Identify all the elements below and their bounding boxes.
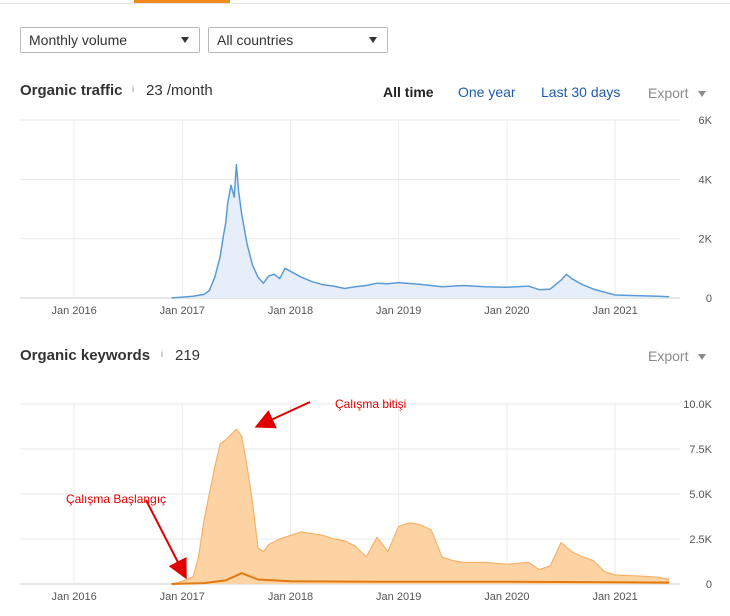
info-icon[interactable]: i <box>161 349 163 359</box>
start-arrow <box>145 499 187 580</box>
y-tick-label: 0 <box>706 579 712 591</box>
y-tick-label: 7.5K <box>689 444 712 456</box>
country-select[interactable]: All countries <box>208 27 388 53</box>
y-tick-label: 5.0K <box>689 489 712 501</box>
volume-select[interactable]: Monthly volume <box>20 27 200 53</box>
x-tick-label: Jan 2017 <box>160 305 205 317</box>
y-tick-label: 4K <box>699 174 713 186</box>
traffic-export-button[interactable]: Export <box>648 85 707 101</box>
y-tick-label: 0 <box>706 293 712 305</box>
volume-select-value: Monthly volume <box>29 32 128 48</box>
organic-traffic-chart: 0 2K 4K 6K Jan 2016 Jan 2017 Jan 2018 Jan 2019 J… <box>20 115 713 317</box>
keywords-export-button[interactable]: Export <box>648 348 707 364</box>
x-tick-label: Jan 2016 <box>51 305 96 317</box>
range-all-time[interactable]: All time <box>383 84 434 100</box>
x-tick-label: Jan 2017 <box>160 591 205 603</box>
x-tick-label: Jan 2021 <box>592 305 637 317</box>
traffic-title: Organic traffic <box>20 82 123 99</box>
active-tab-indicator <box>134 0 230 3</box>
x-tick-label: Jan 2018 <box>268 591 313 603</box>
series-area-0 <box>171 429 670 584</box>
range-last-30-days[interactable]: Last 30 days <box>541 84 620 100</box>
end-arrow <box>254 401 311 429</box>
organic-keywords-chart: 0 2.5K 5.0K 7.5K 10.0K Jan 2016 Jan 2017 Jan 20… <box>20 397 713 603</box>
y-tick-label: 6K <box>699 115 713 127</box>
chevron-down-icon <box>181 37 189 43</box>
chevron-down-icon <box>369 37 377 43</box>
x-tick-label: Jan 2018 <box>268 305 313 317</box>
range-one-year[interactable]: One year <box>458 84 516 100</box>
traffic-export-label: Export <box>648 85 689 101</box>
info-icon[interactable]: i <box>132 84 134 94</box>
y-tick-label: 2.5K <box>689 534 712 546</box>
series-area-0 <box>171 164 670 298</box>
keywords-export-label: Export <box>648 348 689 364</box>
x-tick-label: Jan 2019 <box>376 305 421 317</box>
chevron-down-icon <box>698 91 707 98</box>
traffic-value: 23 /month <box>146 82 213 99</box>
x-tick-label: Jan 2020 <box>484 305 529 317</box>
keywords-value: 219 <box>175 347 201 364</box>
x-tick-label: Jan 2016 <box>51 591 96 603</box>
x-tick-label: Jan 2021 <box>592 591 637 603</box>
country-select-value: All countries <box>217 32 294 48</box>
top-tab-bar <box>0 0 730 4</box>
annotation-end-label: Çalışma bitişi <box>335 397 406 411</box>
annotation-start-label: Çalışma Başlangıç <box>66 492 166 506</box>
y-tick-label: 10.0K <box>683 399 712 411</box>
chevron-down-icon <box>698 354 707 361</box>
x-tick-label: Jan 2019 <box>376 591 421 603</box>
y-tick-label: 2K <box>699 234 713 246</box>
x-tick-label: Jan 2020 <box>484 591 529 603</box>
keywords-title: Organic keywords <box>20 347 151 364</box>
